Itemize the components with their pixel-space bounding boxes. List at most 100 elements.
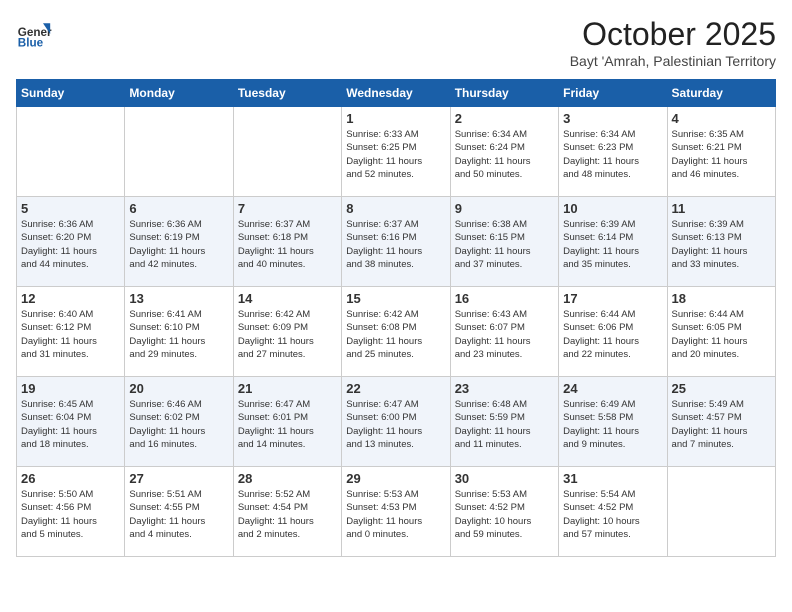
calendar-cell: 13Sunrise: 6:41 AM Sunset: 6:10 PM Dayli… (125, 287, 233, 377)
day-info: Sunrise: 6:44 AM Sunset: 6:05 PM Dayligh… (672, 308, 771, 361)
calendar-cell: 8 Sunrise: 6:37 AM Sunset: 6:16 PM Daylig… (342, 197, 450, 287)
day-info: Sunrise: 5:54 AM Sunset: 4:52 PM Dayligh… (563, 488, 662, 541)
day-number: 8 (346, 201, 445, 216)
day-number: 5 (21, 201, 120, 216)
day-info: Sunrise: 6:43 AM Sunset: 6:07 PM Dayligh… (455, 308, 554, 361)
calendar-cell: 14 Sunrise: 6:42 AM Sunset: 6:09 PM Dayli… (233, 287, 341, 377)
day-number: 3 (563, 111, 662, 126)
calendar-cell: 6 Sunrise: 6:36 AM Sunset: 6:19 PM Daylig… (125, 197, 233, 287)
calendar-body: 1 Sunrise: 6:33 AM Sunset: 6:25 PM Daylig… (17, 107, 776, 557)
day-info: Sunrise: 6:36 AM Sunset: 6:19 PM Dayligh… (129, 218, 228, 271)
day-info: Sunrise: 6:40 AM Sunset: 6:12 PM Dayligh… (21, 308, 120, 361)
day-number: 25 (672, 381, 771, 396)
day-number: 1 (346, 111, 445, 126)
calendar-cell: 9 Sunrise: 6:38 AM Sunset: 6:15 PM Daylig… (450, 197, 558, 287)
calendar-cell: 15Sunrise: 6:42 AM Sunset: 6:08 PM Dayli… (342, 287, 450, 377)
day-info: Sunrise: 6:42 AM Sunset: 6:09 PM Dayligh… (238, 308, 337, 361)
svg-text:Blue: Blue (18, 37, 44, 50)
calendar-cell: 12 Sunrise: 6:40 AM Sunset: 6:12 PM Dayli… (17, 287, 125, 377)
calendar-cell: 21 Sunrise: 6:47 AM Sunset: 6:01 PM Dayli… (233, 377, 341, 467)
calendar-cell: 5 Sunrise: 6:36 AM Sunset: 6:20 PM Daylig… (17, 197, 125, 287)
calendar-cell: 3 Sunrise: 6:34 AM Sunset: 6:23 PM Daylig… (559, 107, 667, 197)
day-number: 27 (129, 471, 228, 486)
day-number: 10 (563, 201, 662, 216)
calendar-week-row: 19 Sunrise: 6:45 AM Sunset: 6:04 PM Dayli… (17, 377, 776, 467)
day-number: 14 (238, 291, 337, 306)
calendar-cell: 28 Sunrise: 5:52 AM Sunset: 4:54 PM Dayli… (233, 467, 341, 557)
day-info: Sunrise: 5:50 AM Sunset: 4:56 PM Dayligh… (21, 488, 120, 541)
calendar-cell: 4 Sunrise: 6:35 AM Sunset: 6:21 PM Daylig… (667, 107, 775, 197)
day-number: 13 (129, 291, 228, 306)
day-number: 23 (455, 381, 554, 396)
month-title: October 2025 (570, 16, 776, 53)
calendar-cell: 30 Sunrise: 5:53 AM Sunset: 4:52 PM Dayli… (450, 467, 558, 557)
logo-icon: General Blue (16, 16, 52, 52)
day-info: Sunrise: 6:47 AM Sunset: 6:01 PM Dayligh… (238, 398, 337, 451)
day-number: 29 (346, 471, 445, 486)
day-info: Sunrise: 6:37 AM Sunset: 6:16 PM Dayligh… (346, 218, 445, 271)
day-number: 2 (455, 111, 554, 126)
day-info: Sunrise: 5:52 AM Sunset: 4:54 PM Dayligh… (238, 488, 337, 541)
day-number: 18 (672, 291, 771, 306)
day-number: 7 (238, 201, 337, 216)
day-info: Sunrise: 6:39 AM Sunset: 6:13 PM Dayligh… (672, 218, 771, 271)
page-header: General Blue October 2025 Bayt 'Amrah, P… (16, 16, 776, 69)
day-number: 12 (21, 291, 120, 306)
calendar-cell: 25 Sunrise: 5:49 AM Sunset: 4:57 PM Dayli… (667, 377, 775, 467)
day-info: Sunrise: 6:36 AM Sunset: 6:20 PM Dayligh… (21, 218, 120, 271)
day-number: 20 (129, 381, 228, 396)
weekday-header-cell: Sunday (17, 80, 125, 107)
day-number: 30 (455, 471, 554, 486)
logo: General Blue (16, 16, 52, 52)
day-info: Sunrise: 6:45 AM Sunset: 6:04 PM Dayligh… (21, 398, 120, 451)
day-number: 19 (21, 381, 120, 396)
day-info: Sunrise: 6:33 AM Sunset: 6:25 PM Dayligh… (346, 128, 445, 181)
day-info: Sunrise: 6:42 AM Sunset: 6:08 PM Dayligh… (346, 308, 445, 361)
calendar-cell: 10 Sunrise: 6:39 AM Sunset: 6:14 PM Dayli… (559, 197, 667, 287)
day-number: 17 (563, 291, 662, 306)
day-info: Sunrise: 5:53 AM Sunset: 4:53 PM Dayligh… (346, 488, 445, 541)
day-number: 28 (238, 471, 337, 486)
day-number: 6 (129, 201, 228, 216)
calendar-cell: 27 Sunrise: 5:51 AM Sunset: 4:55 PM Dayli… (125, 467, 233, 557)
day-info: Sunrise: 6:39 AM Sunset: 6:14 PM Dayligh… (563, 218, 662, 271)
day-info: Sunrise: 6:44 AM Sunset: 6:06 PM Dayligh… (563, 308, 662, 361)
calendar-cell: 16 Sunrise: 6:43 AM Sunset: 6:07 PM Dayli… (450, 287, 558, 377)
weekday-header-cell: Friday (559, 80, 667, 107)
day-info: Sunrise: 5:51 AM Sunset: 4:55 PM Dayligh… (129, 488, 228, 541)
day-info: Sunrise: 6:35 AM Sunset: 6:21 PM Dayligh… (672, 128, 771, 181)
title-block: October 2025 Bayt 'Amrah, Palestinian Te… (570, 16, 776, 69)
day-number: 16 (455, 291, 554, 306)
calendar-cell: 20Sunrise: 6:46 AM Sunset: 6:02 PM Dayli… (125, 377, 233, 467)
day-number: 22 (346, 381, 445, 396)
calendar-cell (233, 107, 341, 197)
calendar-cell: 7Sunrise: 6:37 AM Sunset: 6:18 PM Daylig… (233, 197, 341, 287)
weekday-header-cell: Thursday (450, 80, 558, 107)
calendar-cell: 26 Sunrise: 5:50 AM Sunset: 4:56 PM Dayli… (17, 467, 125, 557)
day-number: 4 (672, 111, 771, 126)
weekday-header-cell: Wednesday (342, 80, 450, 107)
day-number: 26 (21, 471, 120, 486)
day-info: Sunrise: 6:49 AM Sunset: 5:58 PM Dayligh… (563, 398, 662, 451)
calendar-cell: 23Sunrise: 6:48 AM Sunset: 5:59 PM Dayli… (450, 377, 558, 467)
calendar-week-row: 12 Sunrise: 6:40 AM Sunset: 6:12 PM Dayli… (17, 287, 776, 377)
day-number: 9 (455, 201, 554, 216)
day-info: Sunrise: 6:38 AM Sunset: 6:15 PM Dayligh… (455, 218, 554, 271)
calendar-cell: 2 Sunrise: 6:34 AM Sunset: 6:24 PM Daylig… (450, 107, 558, 197)
day-info: Sunrise: 6:47 AM Sunset: 6:00 PM Dayligh… (346, 398, 445, 451)
day-info: Sunrise: 5:53 AM Sunset: 4:52 PM Dayligh… (455, 488, 554, 541)
calendar-cell: 11Sunrise: 6:39 AM Sunset: 6:13 PM Dayli… (667, 197, 775, 287)
calendar-cell (125, 107, 233, 197)
day-number: 31 (563, 471, 662, 486)
calendar-cell (17, 107, 125, 197)
calendar-cell (667, 467, 775, 557)
weekday-header-cell: Saturday (667, 80, 775, 107)
calendar-table: SundayMondayTuesdayWednesdayThursdayFrid… (16, 79, 776, 557)
day-info: Sunrise: 6:34 AM Sunset: 6:24 PM Dayligh… (455, 128, 554, 181)
calendar-cell: 29 Sunrise: 5:53 AM Sunset: 4:53 PM Dayli… (342, 467, 450, 557)
calendar-cell: 24Sunrise: 6:49 AM Sunset: 5:58 PM Dayli… (559, 377, 667, 467)
day-number: 21 (238, 381, 337, 396)
day-info: Sunrise: 6:34 AM Sunset: 6:23 PM Dayligh… (563, 128, 662, 181)
location-subtitle: Bayt 'Amrah, Palestinian Territory (570, 53, 776, 69)
day-info: Sunrise: 5:49 AM Sunset: 4:57 PM Dayligh… (672, 398, 771, 451)
